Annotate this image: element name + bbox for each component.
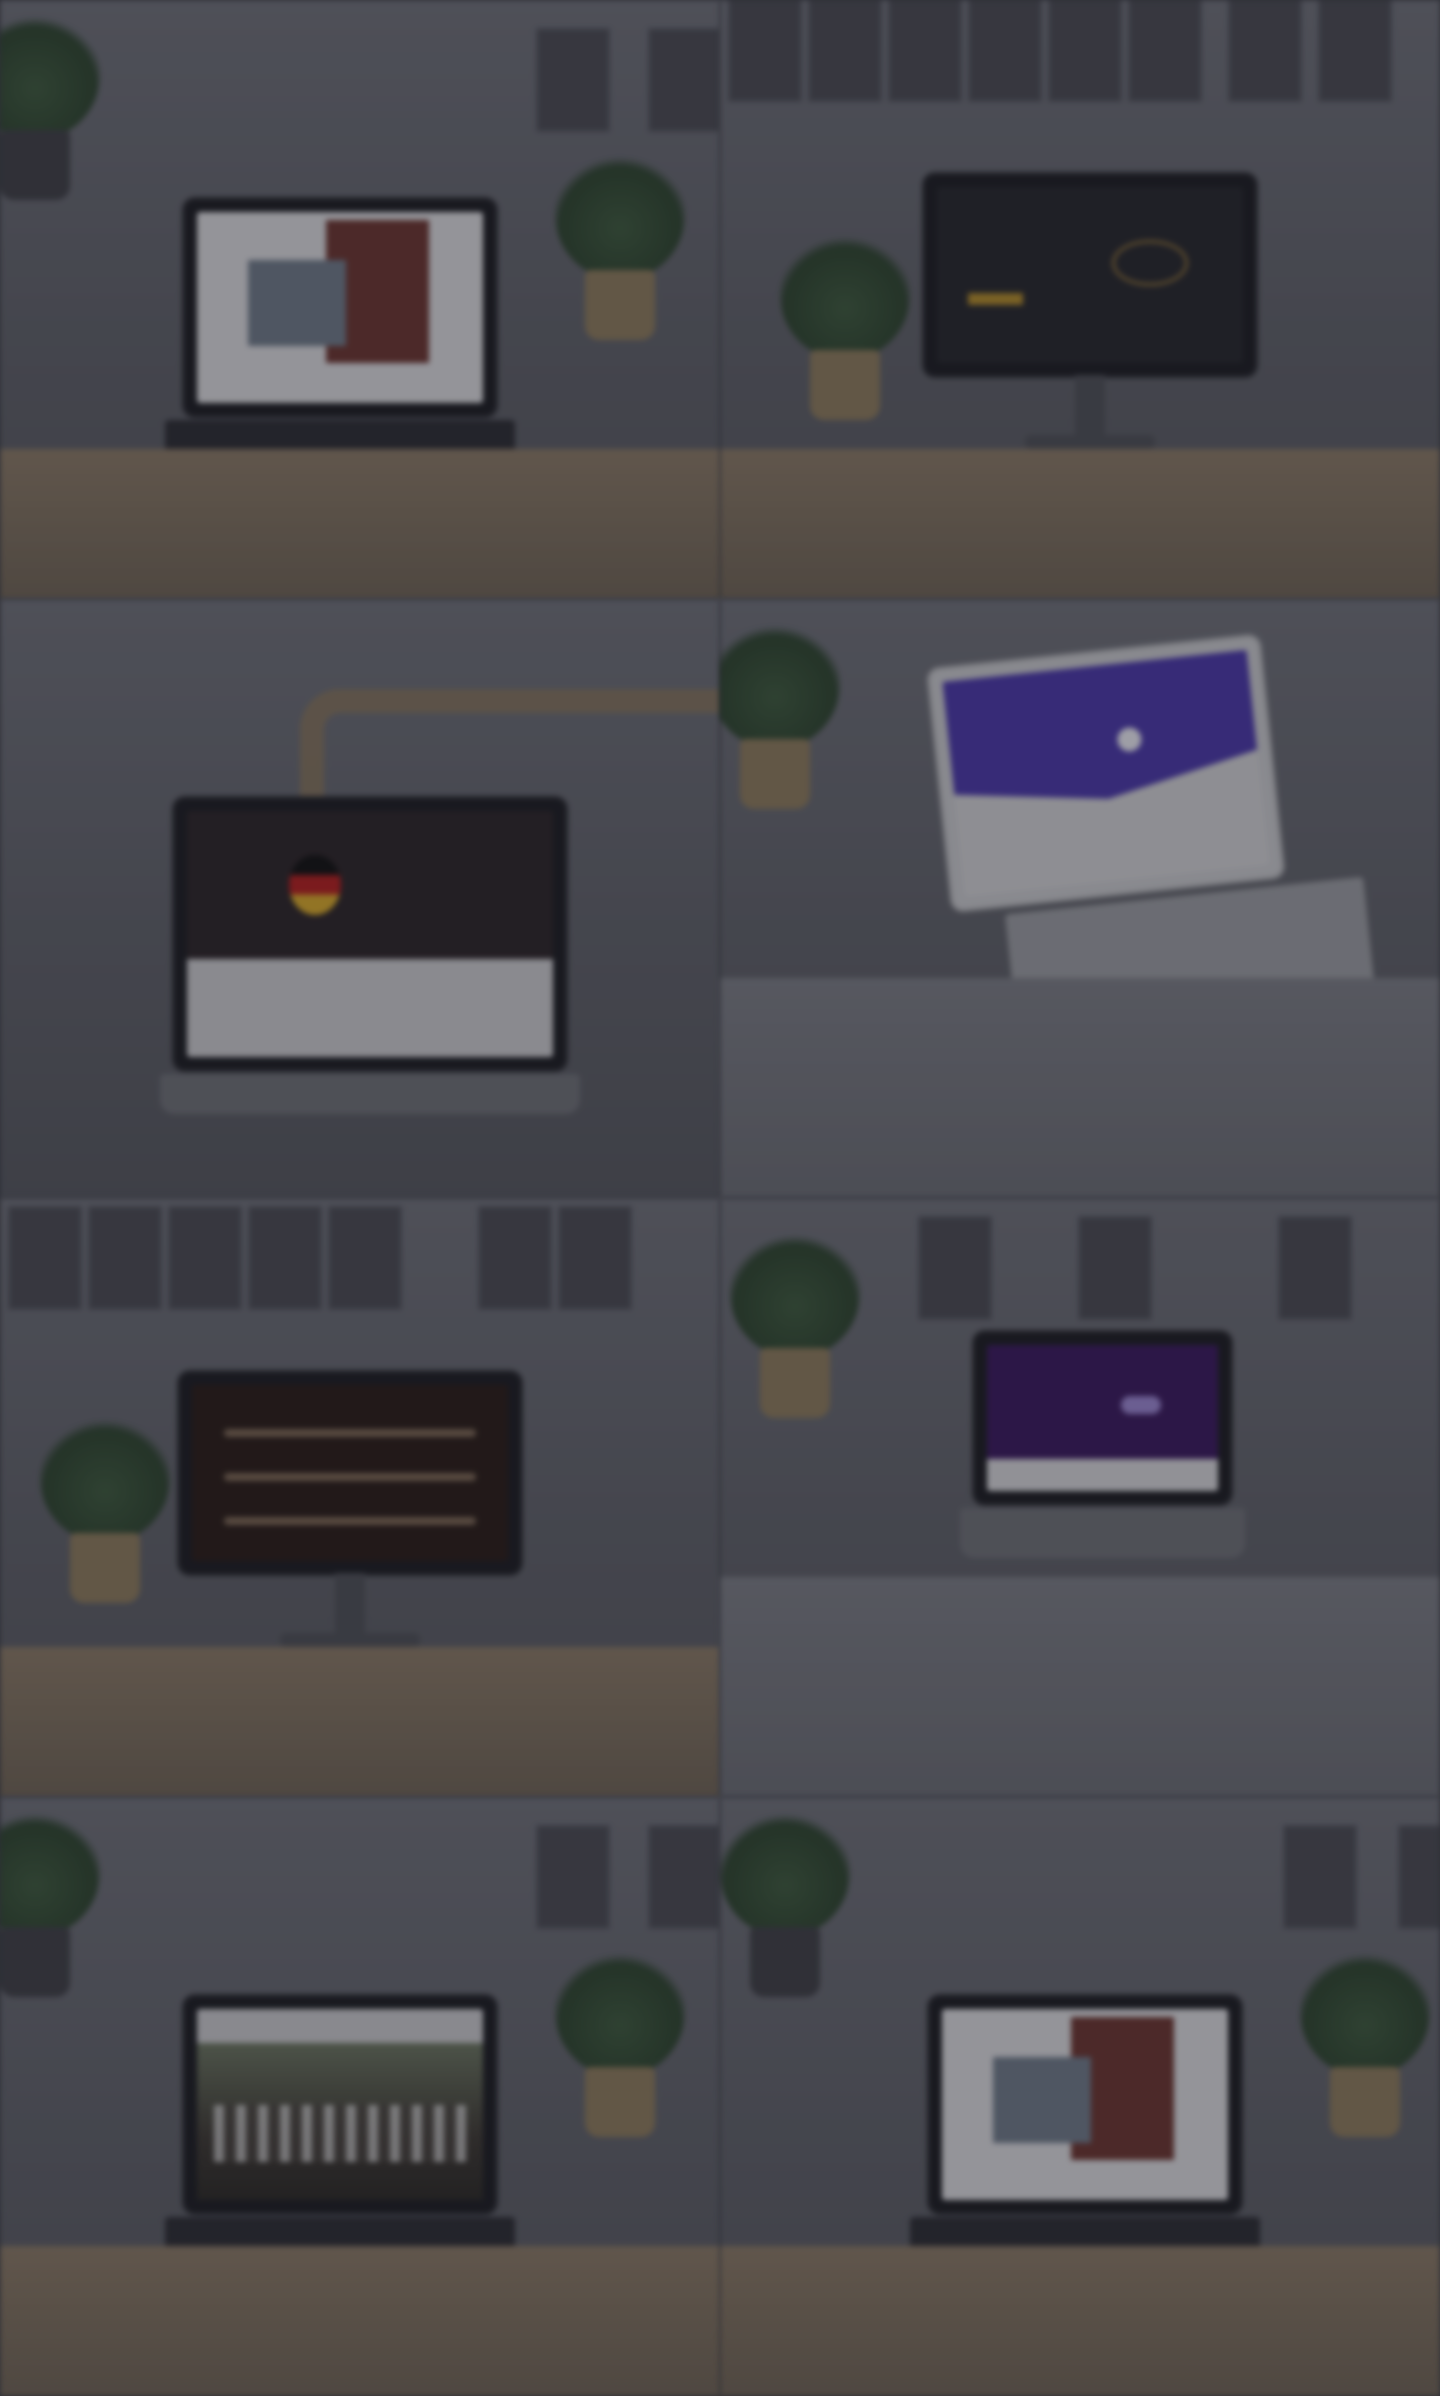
wall-photo xyxy=(1285,1827,1355,1927)
gallery-tile-7[interactable] xyxy=(0,1797,720,2396)
wall-photo xyxy=(730,0,800,100)
plant-image xyxy=(730,1228,860,1418)
wall-photo xyxy=(970,0,1040,100)
website-screenshot xyxy=(942,649,1270,897)
plant-image xyxy=(555,1947,685,2137)
gallery-tile-5[interactable] xyxy=(0,1198,720,1797)
website-screenshot xyxy=(197,212,483,403)
wall-photo xyxy=(1400,1827,1440,1927)
wall-photo xyxy=(250,1208,320,1308)
website-screenshot xyxy=(187,811,553,1057)
plant-image xyxy=(555,150,685,340)
website-screenshot xyxy=(197,2009,483,2200)
wall-photo xyxy=(810,0,880,100)
plant-image xyxy=(720,1807,850,1997)
wall-photo xyxy=(650,30,720,130)
wall-photo xyxy=(560,1208,630,1308)
plant-image xyxy=(0,10,100,200)
wall-photo xyxy=(538,30,608,130)
gallery-tile-2[interactable] xyxy=(720,0,1440,599)
wall-photo xyxy=(538,1827,608,1927)
wall-photo xyxy=(1130,0,1200,100)
monitor-mockup xyxy=(925,175,1255,455)
website-screenshot xyxy=(942,2009,1228,2200)
laptop-mockup xyxy=(899,626,1400,1092)
gallery-tile-1[interactable] xyxy=(0,0,720,599)
wall-photo xyxy=(90,1208,160,1308)
mockup-gallery xyxy=(0,0,1440,2396)
laptop-mockup xyxy=(165,200,535,510)
laptop-mockup xyxy=(960,1333,1260,1593)
wall-photo xyxy=(890,0,960,100)
gallery-tile-8[interactable] xyxy=(720,1797,1440,2396)
gallery-tile-3[interactable] xyxy=(0,599,720,1198)
wall-photo xyxy=(1050,0,1120,100)
laptop-mockup xyxy=(910,1997,1280,2307)
wall-photos xyxy=(0,1797,720,1937)
wall-photo xyxy=(330,1208,400,1308)
plant-image xyxy=(0,1807,100,1997)
website-screenshot xyxy=(937,187,1243,363)
gallery-tile-4[interactable] xyxy=(720,599,1440,1198)
wall-photo xyxy=(920,1218,990,1318)
plant-image xyxy=(720,619,840,809)
wall-photo xyxy=(170,1208,240,1308)
laptop-mockup xyxy=(160,799,580,1159)
laptop-mockup xyxy=(165,1997,535,2307)
wall-photo xyxy=(1080,1218,1150,1318)
wall-photo xyxy=(480,1208,550,1308)
wall-photo xyxy=(1230,0,1300,100)
plant-image xyxy=(1300,1947,1430,2137)
plant-image xyxy=(780,230,910,420)
wall-photo xyxy=(10,1208,80,1308)
wall-photo xyxy=(1280,1218,1350,1318)
wall-photo xyxy=(650,1827,720,1927)
website-screenshot xyxy=(192,1385,508,1561)
gallery-tile-6[interactable] xyxy=(720,1198,1440,1797)
wall-photos xyxy=(720,0,1440,140)
wall-photo xyxy=(1320,0,1390,100)
wall-photos xyxy=(0,0,720,140)
monitor-mockup xyxy=(180,1373,520,1653)
wall-photos xyxy=(0,1198,720,1338)
plant-image xyxy=(40,1413,170,1603)
website-screenshot xyxy=(987,1345,1218,1491)
